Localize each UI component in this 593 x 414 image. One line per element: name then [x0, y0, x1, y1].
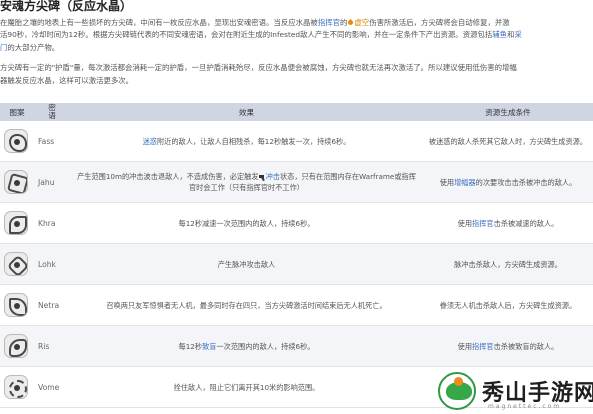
- vome-glyph-icon: [4, 375, 28, 399]
- table-row: Ris 每12秒致盲一次范围内的敌人，持续6秒。 使用指挥官击杀被致盲的敌人。: [0, 325, 593, 367]
- netra-glyph-icon: [4, 293, 28, 317]
- lohk-glyph-icon: [4, 252, 28, 276]
- condition-cell: 使用指挥官击杀被致盲的敌人。: [423, 325, 593, 367]
- link-impact[interactable]: 冲击: [266, 172, 280, 181]
- icon-cell: [0, 161, 34, 203]
- intro-text: 在魔胎之壤的地表上有一些损坏的方尖碑，中间有一枚反应水晶，显现出安魂密语。当反应…: [0, 17, 593, 87]
- icon-cell: [0, 243, 34, 285]
- link-blind[interactable]: 致盲: [202, 342, 216, 351]
- icon-cell: [0, 366, 34, 408]
- name-cell: Lohk: [34, 243, 70, 285]
- intro-text-span: 器触发反应水晶，这样可以激活更多次。: [0, 75, 134, 85]
- condition-text: 击杀被致盲的敌人。: [493, 341, 559, 351]
- condition-cell: 眷须无人机击杀敌人后，方尖碑生成资源。: [423, 284, 593, 326]
- name-cell: Netra: [34, 284, 70, 326]
- table-row: Fass 迷惑附近的敌人，让敌人自相残杀，每12秒触发一次，持续6秒。 被迷惑的…: [0, 121, 593, 162]
- effect-cell: 产生脉冲攻击敌人: [70, 243, 423, 285]
- condition-text: 使用: [439, 177, 455, 187]
- name-cell: Ris: [34, 325, 70, 367]
- effect-text: 一次范围内的敌人，持续6秒。: [216, 341, 315, 351]
- condition-cell: 使用增幅器的次要攻击击杀被冲击的敌人。: [423, 161, 593, 203]
- name-cell: Jahu: [34, 161, 70, 203]
- fass-glyph-icon: [4, 129, 28, 153]
- effect-cell: 迷惑附近的敌人，让敌人自相残杀，每12秒触发一次，持续6秒。: [70, 121, 423, 162]
- name-cell: Khra: [34, 202, 70, 244]
- header-name-label: 密语: [48, 103, 56, 120]
- requiem-obelisk-table: 图案 密语 效果 资源生成条件 Fass 迷惑附近的敌人，让敌人自相残杀，每12…: [0, 103, 593, 408]
- effect-text: 每12秒: [178, 341, 203, 351]
- table-row: Jahu 产生范围10m的冲击波击退敌人，不造成伤害，必定触发 冲击状态，只有在范…: [0, 161, 593, 203]
- table-row: Khra 每12秒减速一次范围内的敌人，持续6秒。 使用指挥官击杀被减速的敌人。: [0, 202, 593, 244]
- jahu-glyph-icon: [4, 170, 28, 194]
- intro-text-span: 在魔胎之壤的地表上有一些损坏的方尖碑，中间有一枚反应水晶，显现出安魂密语。当反应…: [0, 18, 318, 27]
- section-title: 安魂方尖碑（反应水晶）: [0, 0, 133, 13]
- effect-cell: 召唤两只友军惊惧者无人机，最多同时存在四只，当方尖碑激活时间结束后无人机死亡。: [70, 284, 423, 326]
- header-effect: 效果: [70, 103, 423, 121]
- icon-cell: [0, 325, 34, 367]
- effect-cell: 产生范围10m的冲击波击退敌人，不造成伤害，必定触发 冲击状态，只有在范围内存在W…: [70, 161, 423, 203]
- table-header-row: 图案 密语 效果 资源生成条件: [0, 103, 593, 121]
- intro-line: 门的大部分产物。: [0, 42, 593, 54]
- header-condition: 资源生成条件: [423, 103, 593, 121]
- name-cell: Fass: [34, 121, 70, 162]
- condition-text: 使用: [457, 218, 473, 228]
- link-amp[interactable]: 增幅器: [454, 178, 476, 187]
- effect-cell: 每12秒致盲一次范围内的敌人，持续6秒。: [70, 325, 423, 367]
- link-mining[interactable]: 采: [514, 30, 521, 39]
- icon-cell: [0, 284, 34, 326]
- intro-text-span: 的大部分产物。: [7, 42, 60, 52]
- intro-text-span: 伤害所激活后，方尖碑将会自动修复，并激: [369, 18, 510, 27]
- ris-glyph-icon: [4, 334, 28, 358]
- icon-cell: [0, 121, 34, 162]
- condition-text: 的次要攻击击杀被冲击的敌人。: [475, 177, 577, 187]
- intro-line: 活90秒，冷却时间为12秒。根据方尖碑链代表的不同安魂密语，会对在附近生成的In…: [0, 29, 593, 41]
- icon-cell: [0, 202, 34, 244]
- name-cell: Vome: [34, 366, 70, 408]
- intro-line: 在魔胎之壤的地表上有一些损坏的方尖碑，中间有一枚反应水晶，显现出安魂密语。当反应…: [0, 17, 593, 29]
- header-name: 密语: [34, 103, 70, 121]
- effect-text: 附近的敌人，让敌人自相残杀，每12秒触发一次，持续6秒。: [156, 136, 351, 146]
- link-commander-row[interactable]: 指挥官: [472, 219, 494, 228]
- effect-cell: 拴住敌人，阻止它们离开其10米的影响范围。: [70, 366, 423, 408]
- header-icon: 图案: [0, 103, 34, 121]
- effect-text: 产生范围10m的冲击波击退敌人，不造成伤害，必定触发: [77, 172, 259, 181]
- intro-text-span: 方尖碑有一定的"护盾"量，每次激活都会消耗一定的护盾，一旦护盾消耗殆尽，反应水晶…: [0, 63, 517, 73]
- intro-line: 器触发反应水晶，这样可以激活更多次。: [0, 75, 593, 87]
- watermark-url: magnettec.com: [488, 403, 562, 410]
- condition-cell: 使用指挥官击杀被减速的敌人。: [423, 202, 593, 244]
- impact-icon: [258, 174, 266, 180]
- link-confuse[interactable]: 迷惑: [143, 137, 157, 146]
- table-row: Lohk 产生脉冲攻击敌人 脉冲击杀敌人，方尖碑生成资源。: [0, 243, 593, 285]
- intro-line: 方尖碑有一定的"护盾"量，每次激活都会消耗一定的护盾，一旦护盾消耗殆尽，反应水晶…: [0, 62, 593, 74]
- intro-text-span: 活90秒，冷却时间为12秒。根据方尖碑链代表的不同安魂密语，会对在附近生成的In…: [0, 30, 493, 40]
- table-row: Netra 召唤两只友军惊惧者无人机，最多同时存在四只，当方尖碑激活时间结束后无…: [0, 284, 593, 326]
- condition-text: 击杀被减速的敌人。: [493, 218, 559, 228]
- site-watermark: 秀山手游网 magnettec.com: [438, 372, 593, 414]
- khra-glyph-icon: [4, 211, 28, 235]
- condition-text: 使用: [457, 341, 473, 351]
- link-commander[interactable]: 指挥官: [318, 18, 340, 27]
- condition-cell: 被迷惑的敌人杀死其它敌人时，方尖碑生成资源。: [423, 121, 593, 162]
- condition-cell: 脉冲击杀敌人，方尖碑生成资源。: [423, 243, 593, 285]
- link-commander-row[interactable]: 指挥官: [472, 342, 494, 351]
- watermark-logo-icon: [438, 372, 476, 410]
- intro-text-span: 的: [340, 18, 348, 27]
- link-fish[interactable]: 辅鱼: [492, 30, 507, 39]
- link-void[interactable]: 虚空: [354, 18, 369, 27]
- effect-cell: 每12秒减速一次范围内的敌人，持续6秒。: [70, 202, 423, 244]
